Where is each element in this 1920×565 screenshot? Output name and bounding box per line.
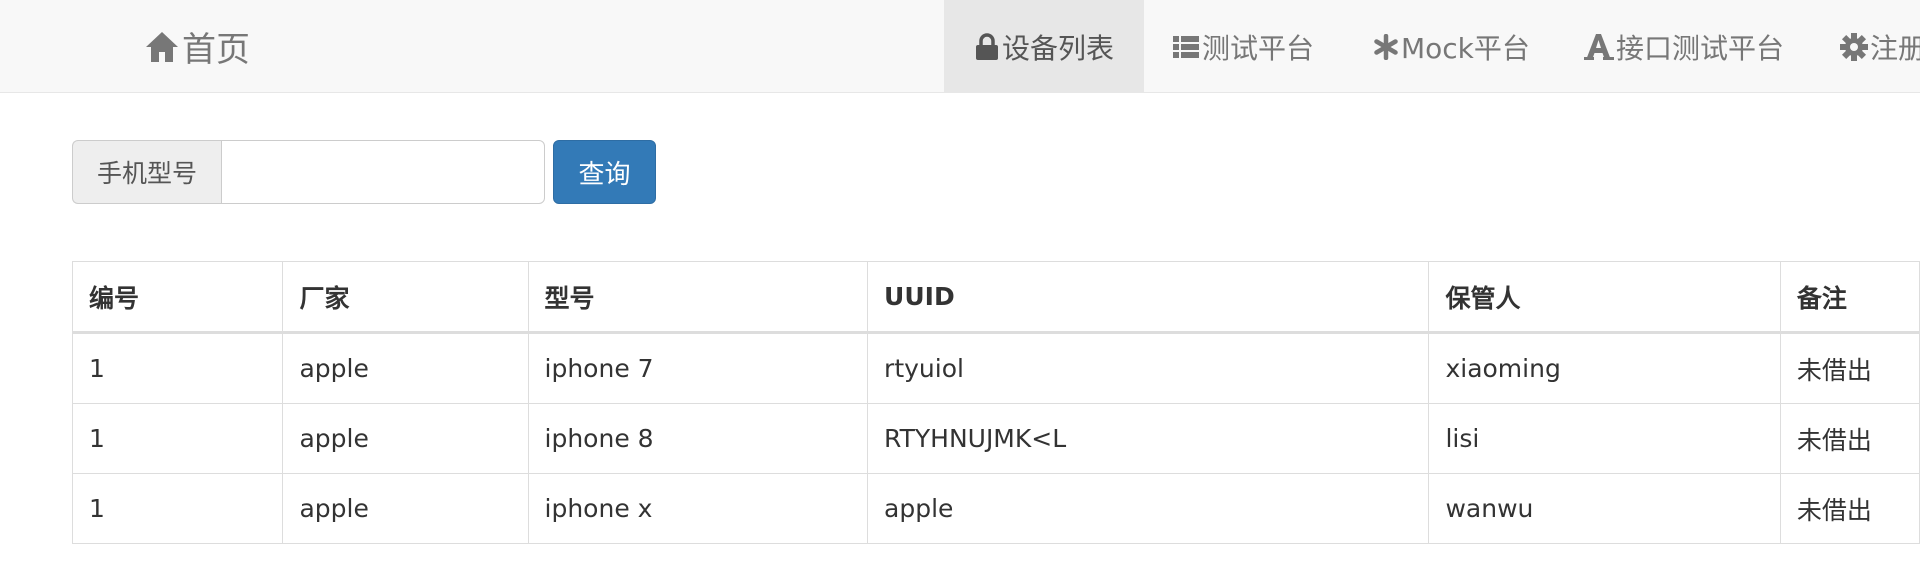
cell-id: 1 (71, 473, 284, 544)
header-id: 编号 (71, 261, 284, 334)
gear-icon (1840, 32, 1868, 61)
cell-manufacturer: apple (282, 403, 529, 474)
cell-remark: 未借出 (1779, 332, 1920, 404)
nav-item-label: 注册 (1870, 31, 1920, 65)
nav-item-mock-platform[interactable]: Mock平台 (1373, 0, 1530, 93)
header-remark: 备注 (1779, 261, 1920, 334)
header-model: 型号 (527, 261, 869, 334)
font-icon (1584, 33, 1614, 61)
cell-keeper: xiaoming (1428, 332, 1781, 404)
header-uuid: UUID (867, 261, 1430, 334)
cell-id: 1 (71, 403, 284, 474)
cell-remark: 未借出 (1779, 473, 1920, 544)
list-icon (1172, 34, 1200, 60)
nav-item-label: 测试平台 (1202, 31, 1315, 65)
lock-icon (974, 32, 1000, 61)
header-manufacturer: 厂家 (282, 261, 529, 334)
table-header-row: 编号 厂家 型号 UUID 保管人 备注 (71, 261, 1920, 334)
cell-remark: 未借出 (1779, 403, 1920, 474)
asterisk-icon (1373, 33, 1399, 60)
cell-manufacturer: apple (282, 332, 529, 404)
header-keeper: 保管人 (1428, 261, 1781, 334)
home-icon (144, 30, 180, 64)
cell-model: iphone 7 (527, 332, 869, 404)
cell-keeper: wanwu (1428, 473, 1781, 544)
cell-manufacturer: apple (282, 473, 529, 544)
home-label: 首页 (182, 30, 250, 70)
query-button[interactable]: 查询 (553, 140, 657, 204)
nav-item-device-list[interactable]: 设备列表 (944, 0, 1144, 93)
cell-uuid: apple (867, 473, 1430, 544)
phone-model-input[interactable] (221, 140, 546, 204)
table-row: 1 apple iphone x apple wanwu 未借出 (71, 473, 1920, 544)
top-navbar: 首页 设备列表 测试平台 Mock平台 接口测试平台 注册 (0, 0, 1920, 93)
cell-uuid: RTYHNUJMK<L (867, 403, 1430, 474)
cell-uuid: rtyuiol (867, 332, 1430, 404)
cell-id: 1 (71, 332, 284, 404)
home-link[interactable]: 首页 (144, 0, 250, 93)
nav-item-api-test-platform[interactable]: 接口测试平台 (1584, 0, 1784, 93)
table-row: 1 apple iphone 7 rtyuiol xiaoming 未借出 (71, 332, 1920, 404)
search-form: 手机型号 查询 (72, 140, 657, 204)
phone-model-label: 手机型号 (72, 140, 222, 204)
nav-item-label: Mock平台 (1401, 31, 1530, 65)
table-row: 1 apple iphone 8 RTYHNUJMK<L lisi 未借出 (71, 403, 1920, 474)
nav-item-register[interactable]: 注册 (1840, 0, 1920, 93)
cell-keeper: lisi (1428, 403, 1781, 474)
nav-item-label: 设备列表 (1001, 31, 1114, 65)
nav-item-test-platform[interactable]: 测试平台 (1172, 0, 1314, 93)
device-table: 编号 厂家 型号 UUID 保管人 备注 1 apple iphone 7 rt… (71, 261, 1920, 544)
cell-model: iphone x (527, 473, 869, 544)
cell-model: iphone 8 (527, 403, 869, 474)
nav-item-label: 接口测试平台 (1616, 31, 1785, 65)
